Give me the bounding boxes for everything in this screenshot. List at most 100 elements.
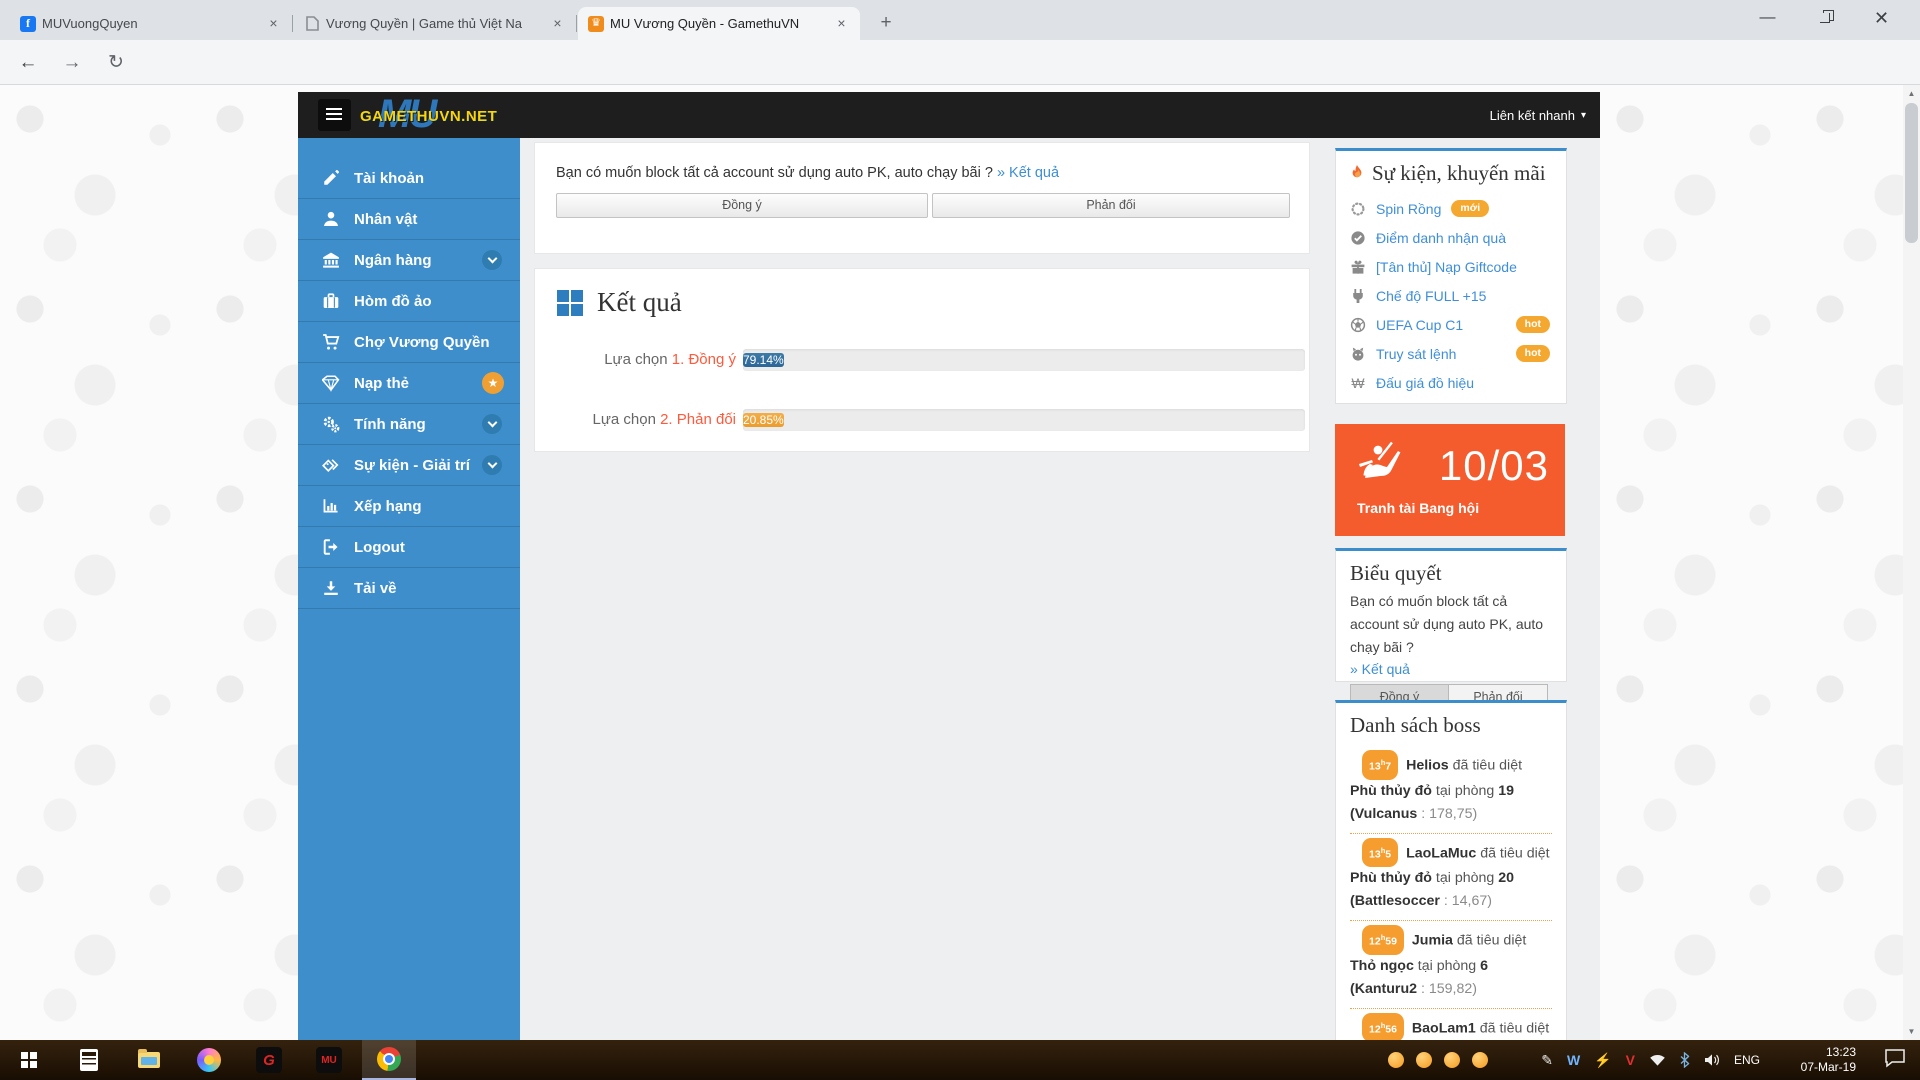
sidebar-item-label: Tải về xyxy=(354,580,397,597)
event-link[interactable]: Điểm danh nhận quà xyxy=(1376,230,1506,246)
back-button[interactable]: ← xyxy=(12,47,44,79)
event-item-truy-sat-lenh[interactable]: Truy sát lệnh hot xyxy=(1350,339,1552,368)
tab-close-icon[interactable]: × xyxy=(833,15,850,32)
sidebar-item-label: Hòm đồ ảo xyxy=(354,293,432,310)
sidebar-item-label: Chợ Vương Quyền xyxy=(354,334,490,351)
agree-button[interactable]: Đồng ý xyxy=(556,193,928,218)
download-icon xyxy=(322,579,340,597)
tab-facebook[interactable]: f MUVuongQuyen × xyxy=(10,7,292,40)
window-close-button[interactable]: ✕ xyxy=(1853,0,1910,36)
event-item-dau-gia[interactable]: ₩ Đấu giá đồ hiệu xyxy=(1350,368,1552,397)
sidebar-item-tinh-nang[interactable]: Tính năng xyxy=(298,404,520,445)
facebook-favicon-icon: f xyxy=(20,16,36,32)
flame-icon xyxy=(1350,165,1364,182)
window-minimize-button[interactable]: — xyxy=(1739,0,1796,36)
gift-icon xyxy=(1350,259,1366,275)
power-tray-icon[interactable]: ⚡ xyxy=(1594,1052,1611,1069)
disagree-button[interactable]: Phản đối xyxy=(932,193,1290,218)
gears-icon xyxy=(322,415,340,433)
new-badge: mới xyxy=(1451,200,1489,218)
chevron-down-icon[interactable] xyxy=(482,455,502,475)
tab-close-icon[interactable]: × xyxy=(549,15,566,32)
browser-tab-strip: f MUVuongQuyen × Vương Quyền | Game thủ … xyxy=(0,0,1920,40)
cat-icon xyxy=(1350,346,1366,362)
taskbar-clock[interactable]: 13:23 07-Mar-19 xyxy=(1801,1040,1856,1080)
event-item-nap-giftcode[interactable]: [Tân thủ] Nạp Giftcode xyxy=(1350,252,1552,281)
poll-result-link[interactable]: » Kết quả xyxy=(997,165,1059,181)
taskbar-garena[interactable]: G xyxy=(242,1040,296,1080)
tray-game-icon[interactable] xyxy=(1388,1052,1404,1068)
event-banner-card[interactable]: 10/03 Tranh tài Bang hội xyxy=(1335,424,1565,536)
sidebar-item-su-kien-giai-tri[interactable]: Sự kiện - Giải trí xyxy=(298,445,520,486)
sidebar-item-hom-do-ao[interactable]: Hòm đồ ảo xyxy=(298,281,520,322)
result-bar-track: 20.85% xyxy=(743,409,1305,431)
sidebar-item-cho-vuong-quyen[interactable]: Chợ Vương Quyền xyxy=(298,322,520,363)
wifi-tray-icon[interactable] xyxy=(1649,1053,1666,1067)
event-item-che-do-full[interactable]: Chế độ FULL +15 xyxy=(1350,281,1552,310)
boss-entry: 12h56 BaoLam1 đã tiêu diệt Thỏ ngọc tại … xyxy=(1350,1009,1552,1041)
scrollbar-up-arrow[interactable]: ▲ xyxy=(1903,85,1920,102)
event-link[interactable]: Đấu giá đồ hiệu xyxy=(1376,375,1474,391)
chevron-down-icon[interactable] xyxy=(482,250,502,270)
vote-widget-question: Bạn có muốn block tất cả account sử dụng… xyxy=(1350,590,1552,659)
tray-game-icon[interactable] xyxy=(1472,1052,1488,1068)
site-logo[interactable]: MU GAMETHUVN.NET xyxy=(360,96,560,136)
event-link[interactable]: Spin Rồng xyxy=(1376,201,1441,217)
window-restore-button[interactable] xyxy=(1796,0,1853,36)
pen-tray-icon[interactable]: ✎ xyxy=(1541,1052,1553,1069)
event-link[interactable]: Chế độ FULL +15 xyxy=(1376,288,1486,304)
sidebar-item-nhan-vat[interactable]: Nhân vật xyxy=(298,199,520,240)
sidebar-item-tai-khoan[interactable]: Tài khoản xyxy=(298,158,520,199)
taskbar-file-explorer[interactable] xyxy=(122,1040,176,1080)
sidebar-item-xep-hang[interactable]: Xếp hạng xyxy=(298,486,520,527)
tab-close-icon[interactable]: × xyxy=(265,15,282,32)
poll-question: Bạn có muốn block tất cả account sử dụng… xyxy=(556,165,1059,181)
event-link[interactable]: Truy sát lệnh xyxy=(1376,346,1456,362)
action-center-icon[interactable] xyxy=(1884,1048,1906,1068)
tray-game-icon[interactable] xyxy=(1416,1052,1432,1068)
unikey-tray-icon[interactable]: W xyxy=(1567,1052,1580,1068)
result-row-disagree: Lựa chọn 2. Phản đối 20.85% xyxy=(535,409,1311,431)
refresh-button[interactable]: ↻ xyxy=(100,47,132,79)
calculator-icon xyxy=(80,1049,98,1071)
forward-button[interactable]: → xyxy=(56,47,88,79)
scrollbar-thumb[interactable] xyxy=(1905,103,1918,243)
tab-title: MU Vương Quyền - GamethuVN xyxy=(610,16,827,31)
event-item-diem-danh[interactable]: Điểm danh nhận quà xyxy=(1350,223,1552,252)
bluetooth-tray-icon[interactable] xyxy=(1680,1052,1690,1068)
tab-mu-vuong-quyen-active[interactable]: ♛ MU Vương Quyền - GamethuVN × xyxy=(578,7,860,40)
clock-date: 07-Mar-19 xyxy=(1801,1060,1856,1075)
vote-widget-result-link[interactable]: » Kết quả xyxy=(1350,661,1552,677)
won-sign-icon: ₩ xyxy=(1350,375,1366,391)
event-link[interactable]: UEFA Cup C1 xyxy=(1376,317,1463,333)
language-indicator[interactable]: ENG xyxy=(1734,1053,1760,1067)
sidebar-item-tai-ve[interactable]: Tải về xyxy=(298,568,520,609)
sidebar-item-logout[interactable]: Logout xyxy=(298,527,520,568)
screen: f MUVuongQuyen × Vương Quyền | Game thủ … xyxy=(0,0,1920,1080)
boss-coords: 14,67 xyxy=(1452,893,1488,909)
taskbar-coccoc-browser[interactable] xyxy=(182,1040,236,1080)
event-link[interactable]: [Tân thủ] Nạp Giftcode xyxy=(1376,259,1517,275)
taskbar-calculator[interactable] xyxy=(62,1040,116,1080)
boss-room: 19 xyxy=(1498,783,1514,799)
tray-game-icon[interactable] xyxy=(1444,1052,1460,1068)
taskbar-chrome-active[interactable] xyxy=(362,1040,416,1080)
sidebar-item-nap-the[interactable]: Nạp thẻ ★ xyxy=(298,363,520,404)
result-option-label: 2. Phản đối xyxy=(660,411,736,428)
page-scrollbar[interactable]: ▲ ▼ xyxy=(1903,85,1920,1040)
scrollbar-down-arrow[interactable]: ▼ xyxy=(1903,1023,1920,1040)
vote-widget-panel: Biểu quyết Bạn có muốn block tất cả acco… xyxy=(1335,548,1567,682)
sidebar-item-ngan-hang[interactable]: Ngân hàng xyxy=(298,240,520,281)
taskbar-mu-launcher[interactable]: MU xyxy=(302,1040,356,1080)
event-item-uefa-cup[interactable]: UEFA Cup C1 hot xyxy=(1350,310,1552,339)
document-favicon-icon xyxy=(304,16,320,32)
chevron-down-icon[interactable] xyxy=(482,414,502,434)
start-button[interactable] xyxy=(2,1040,56,1080)
hamburger-menu-button[interactable] xyxy=(318,99,351,131)
new-tab-button[interactable]: + xyxy=(872,9,900,37)
tab-vuong-quyen[interactable]: Vương Quyền | Game thủ Việt Na × xyxy=(294,7,576,40)
vtc-tray-icon[interactable]: V xyxy=(1626,1052,1635,1068)
speaker-tray-icon[interactable] xyxy=(1704,1053,1720,1067)
boss-player: LaoLaMuc xyxy=(1406,845,1476,861)
event-item-spin-rong[interactable]: Spin Rồng mới xyxy=(1350,194,1552,223)
